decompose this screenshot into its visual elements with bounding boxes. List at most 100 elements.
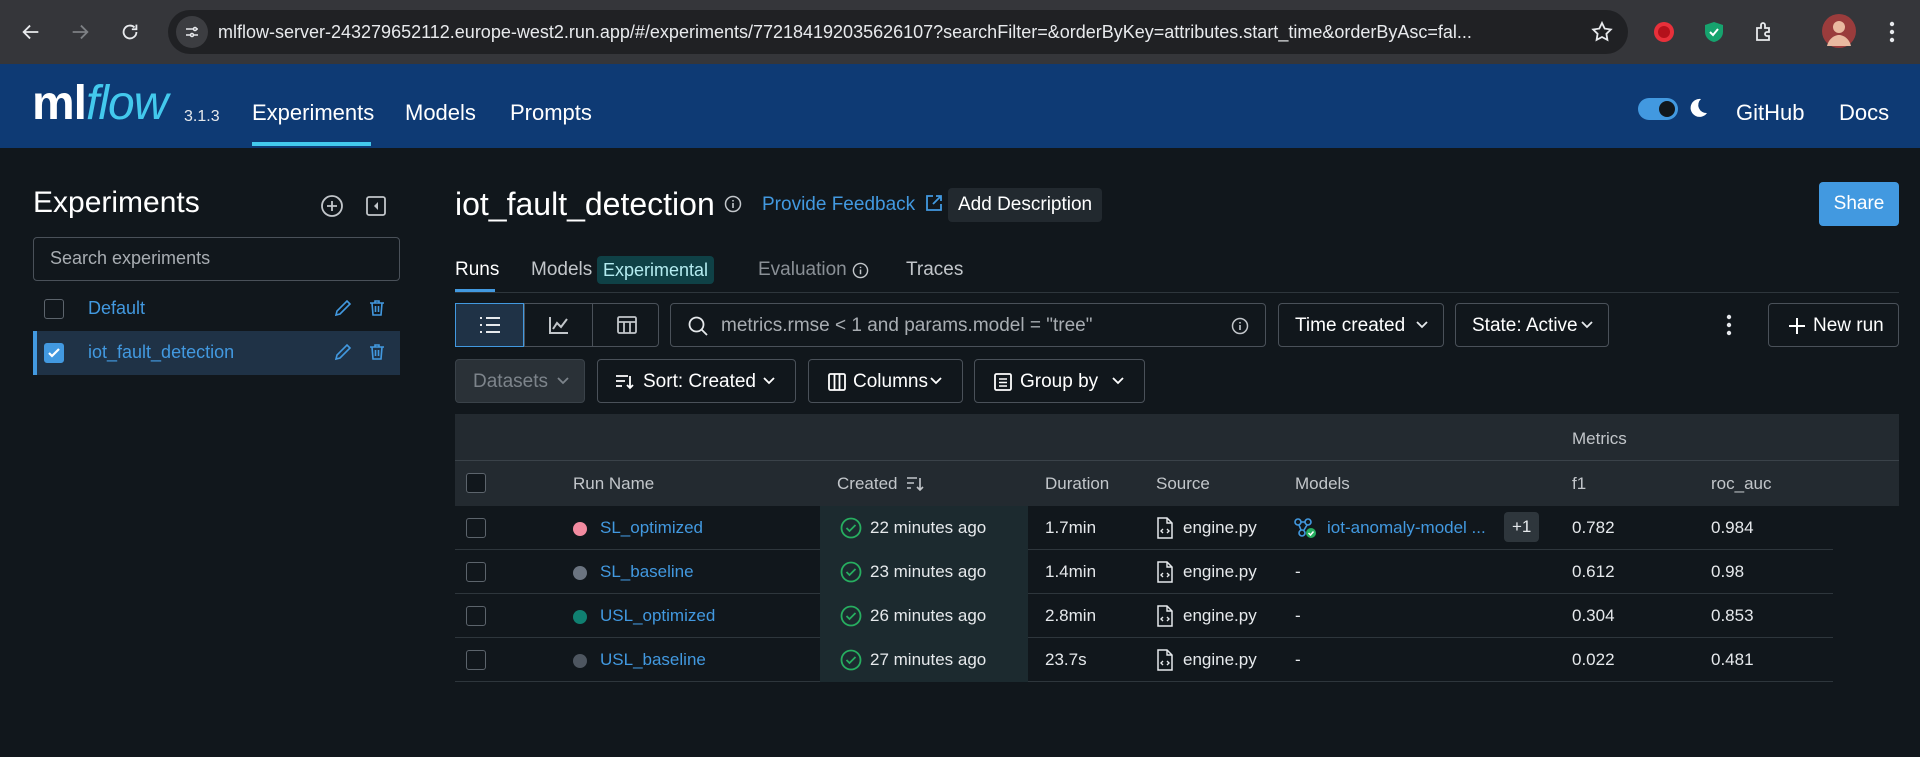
source-link[interactable]: engine.py [1183,650,1257,670]
experiment-search-input[interactable] [50,248,380,269]
back-icon[interactable] [11,12,51,52]
url-text[interactable]: mlflow-server-243279652112.europe-west2.… [218,22,1558,43]
time-created-label: Time created [1295,315,1406,336]
columns-dropdown[interactable]: Columns [808,359,963,403]
header-run-name[interactable]: Run Name [573,474,654,494]
created-cell: 26 minutes ago [820,594,1028,638]
docs-link[interactable]: Docs [1839,100,1889,126]
state-filter-dropdown[interactable]: State: Active [1455,303,1609,347]
chart-view-icon[interactable] [524,304,592,346]
tab-traces[interactable]: Traces [906,259,963,281]
github-link[interactable]: GitHub [1736,100,1804,126]
header-duration[interactable]: Duration [1045,474,1109,494]
sort-desc-icon[interactable] [905,475,925,493]
datasets-dropdown[interactable]: Datasets [455,359,585,403]
site-settings-icon[interactable] [176,16,208,48]
header-created[interactable]: Created [837,474,897,494]
info-icon[interactable] [724,195,742,213]
table-view-icon[interactable] [592,304,660,346]
edit-pencil-icon[interactable] [333,342,353,362]
header-f1[interactable]: f1 [1572,474,1586,494]
experiment-item-iot-fault-detection[interactable]: iot_fault_detection [33,331,400,375]
experiment-checkbox[interactable] [44,299,64,319]
run-search-input[interactable] [721,315,1201,337]
experiment-item-default[interactable]: Default [33,287,400,331]
table-row[interactable]: SL_baseline 23 minutes ago 1.4min engine… [455,550,1833,594]
run-color-dot[interactable] [573,654,587,668]
search-syntax-info-icon[interactable] [1231,317,1249,335]
more-models-badge[interactable]: +1 [1504,512,1540,542]
add-experiment-icon[interactable] [318,192,346,220]
f1-value: 0.304 [1572,606,1615,625]
row-checkbox[interactable] [466,606,486,626]
share-button[interactable]: Share [1819,182,1899,226]
header-models[interactable]: Models [1295,474,1350,494]
row-checkbox[interactable] [466,650,486,670]
select-all-checkbox[interactable] [466,473,486,493]
source-link[interactable]: engine.py [1183,562,1257,582]
record-extension-icon[interactable] [1648,16,1680,48]
status-success-icon [840,561,862,583]
provide-feedback-link[interactable]: Provide Feedback [762,193,944,216]
forward-icon[interactable] [60,12,100,52]
model-link[interactable]: iot-anomaly-model ... [1327,518,1486,538]
duration-value: 23.7s [1045,650,1087,669]
row-checkbox[interactable] [466,562,486,582]
extensions-puzzle-icon[interactable] [1748,16,1780,48]
address-bar[interactable]: mlflow-server-243279652112.europe-west2.… [168,10,1628,54]
run-name-link[interactable]: USL_baseline [600,650,706,670]
collapse-sidebar-icon[interactable] [362,192,390,220]
chevron-down-icon [1580,320,1594,330]
f1-value: 0.022 [1572,650,1615,669]
created-cell: 23 minutes ago [820,550,1028,594]
bookmark-star-icon[interactable] [1590,20,1614,44]
status-success-icon [840,517,862,539]
browser-menu-icon[interactable] [1876,16,1908,48]
dark-mode-toggle[interactable] [1638,98,1678,120]
group-by-dropdown[interactable]: Group by [974,359,1145,403]
delete-trash-icon[interactable] [367,342,387,362]
nav-experiments[interactable]: Experiments [252,100,374,126]
run-name-link[interactable]: SL_optimized [600,518,703,538]
header-source[interactable]: Source [1156,474,1210,494]
experiment-search-field[interactable] [33,237,400,281]
add-description-button[interactable]: Add Description [948,188,1103,222]
time-created-dropdown[interactable]: Time created [1278,303,1444,347]
nav-prompts[interactable]: Prompts [510,100,592,126]
run-search-field[interactable] [670,303,1266,347]
run-color-dot[interactable] [573,610,587,624]
mlflow-logo[interactable]: mlflow [32,76,168,131]
experiment-checkbox-checked[interactable] [44,343,64,363]
edit-pencil-icon[interactable] [333,298,353,318]
run-color-dot[interactable] [573,522,587,536]
nav-models[interactable]: Models [405,100,476,126]
created-time: 22 minutes ago [870,518,987,537]
experiment-name[interactable]: iot_fault_detection [88,342,234,363]
table-row[interactable]: USL_optimized 26 minutes ago 2.8min engi… [455,594,1833,638]
profile-avatar[interactable] [1822,14,1856,48]
state-filter-label: State: Active [1472,315,1578,336]
new-run-button[interactable]: New run [1768,303,1899,347]
evaluation-info-icon[interactable] [852,262,869,279]
experiment-name[interactable]: Default [88,298,145,319]
table-row[interactable]: SL_optimized 22 minutes ago 1.7min engin… [455,506,1833,550]
sort-dropdown[interactable]: Sort: Created [597,359,796,403]
more-options-icon[interactable] [1726,314,1732,336]
source-link[interactable]: engine.py [1183,606,1257,626]
view-mode-toggle [455,303,659,347]
delete-trash-icon[interactable] [367,298,387,318]
list-view-icon[interactable] [455,303,524,347]
run-color-dot[interactable] [573,566,587,580]
header-roc-auc[interactable]: roc_auc [1711,474,1771,494]
tab-evaluation[interactable]: Evaluation [758,259,847,281]
reload-icon[interactable] [110,12,150,52]
run-name-link[interactable]: USL_optimized [600,606,715,626]
file-code-icon [1156,561,1174,583]
source-link[interactable]: engine.py [1183,518,1257,538]
shield-extension-icon[interactable] [1698,16,1730,48]
table-row[interactable]: USL_baseline 27 minutes ago 23.7s engine… [455,638,1833,682]
tab-models[interactable]: Models [531,259,592,281]
row-checkbox[interactable] [466,518,486,538]
run-name-link[interactable]: SL_baseline [600,562,694,582]
tab-runs[interactable]: Runs [455,259,499,281]
